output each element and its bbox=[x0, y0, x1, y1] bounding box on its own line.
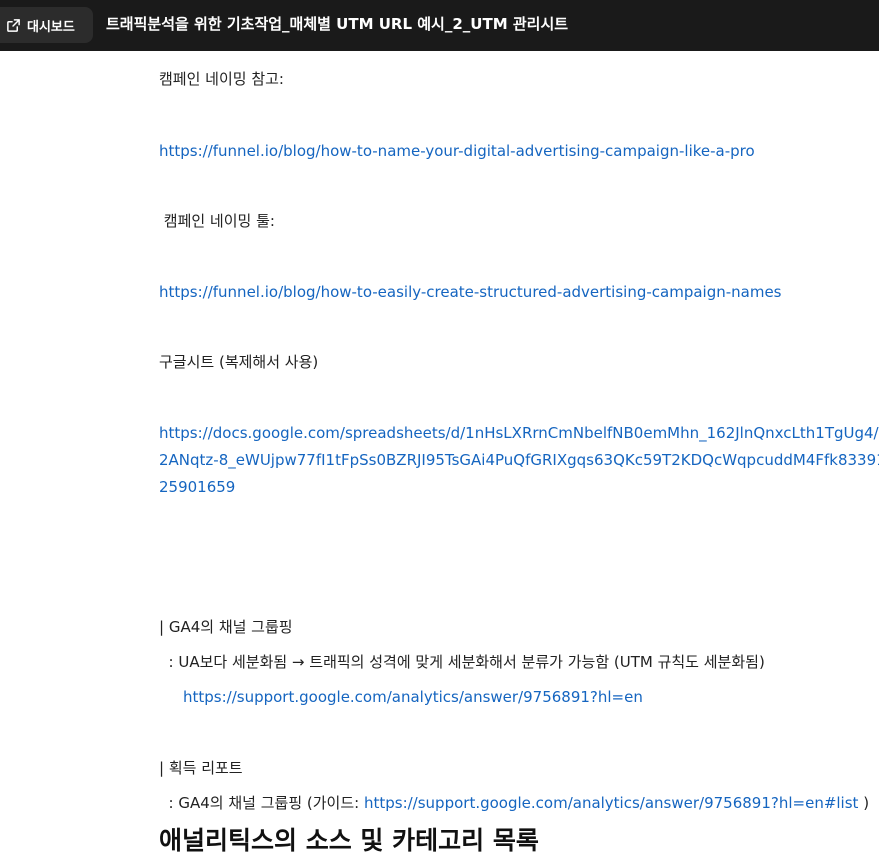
external-link-icon bbox=[6, 18, 21, 33]
document-body: 캠페인 네이밍 참고: https://funnel.io/blog/how-t… bbox=[0, 51, 879, 855]
ga4-grouping-description: : UA보다 세분화됨 → 트래픽의 성격에 맞게 세분화해서 분류가 가능함 … bbox=[159, 653, 765, 671]
top-bar: 대시보드 트래픽분석을 위한 기초작업_매체별 UTM URL 예시_2_UTM… bbox=[0, 0, 879, 51]
google-sheet-label: 구글시트 (복제해서 사용) bbox=[159, 353, 319, 371]
acquisition-report-suffix: ) bbox=[858, 794, 870, 812]
dashboard-button[interactable]: 대시보드 bbox=[0, 7, 93, 43]
acquisition-report-heading: | 획득 리포트 bbox=[159, 759, 243, 777]
campaign-naming-tool-link[interactable]: https://funnel.io/blog/how-to-easily-cre… bbox=[159, 282, 782, 302]
acquisition-report-link[interactable]: https://support.google.com/analytics/ans… bbox=[364, 794, 858, 812]
ga4-grouping-heading: | GA4의 채널 그룹핑 bbox=[159, 618, 293, 636]
google-sheet-link-line-3[interactable]: 25901659 bbox=[159, 477, 235, 497]
section-heading: 애널리틱스의 소스 및 카테고리 목록 bbox=[159, 826, 539, 855]
acquisition-report-prefix: : GA4의 채널 그룹핑 (가이드: bbox=[159, 794, 364, 812]
acquisition-report-description: : GA4의 채널 그룹핑 (가이드: https://support.goog… bbox=[159, 793, 870, 813]
dashboard-label: 대시보드 bbox=[27, 19, 75, 35]
google-sheet-link-line-1[interactable]: https://docs.google.com/spreadsheets/d/1… bbox=[159, 423, 879, 443]
google-sheet-link-line-2[interactable]: 2ANqtz-8_eWUjpw77fI1tFpSs0BZRJI95TsGAi4P… bbox=[159, 450, 879, 470]
ga4-grouping-link[interactable]: https://support.google.com/analytics/ans… bbox=[183, 687, 643, 707]
campaign-naming-ref-label: 캠페인 네이밍 참고: bbox=[159, 70, 284, 88]
campaign-naming-tool-label: 캠페인 네이밍 툴: bbox=[159, 212, 275, 230]
campaign-naming-ref-link[interactable]: https://funnel.io/blog/how-to-name-your-… bbox=[159, 141, 755, 161]
page-title: 트래픽분석을 위한 기초작업_매체별 UTM URL 예시_2_UTM 관리시트 bbox=[106, 15, 569, 33]
